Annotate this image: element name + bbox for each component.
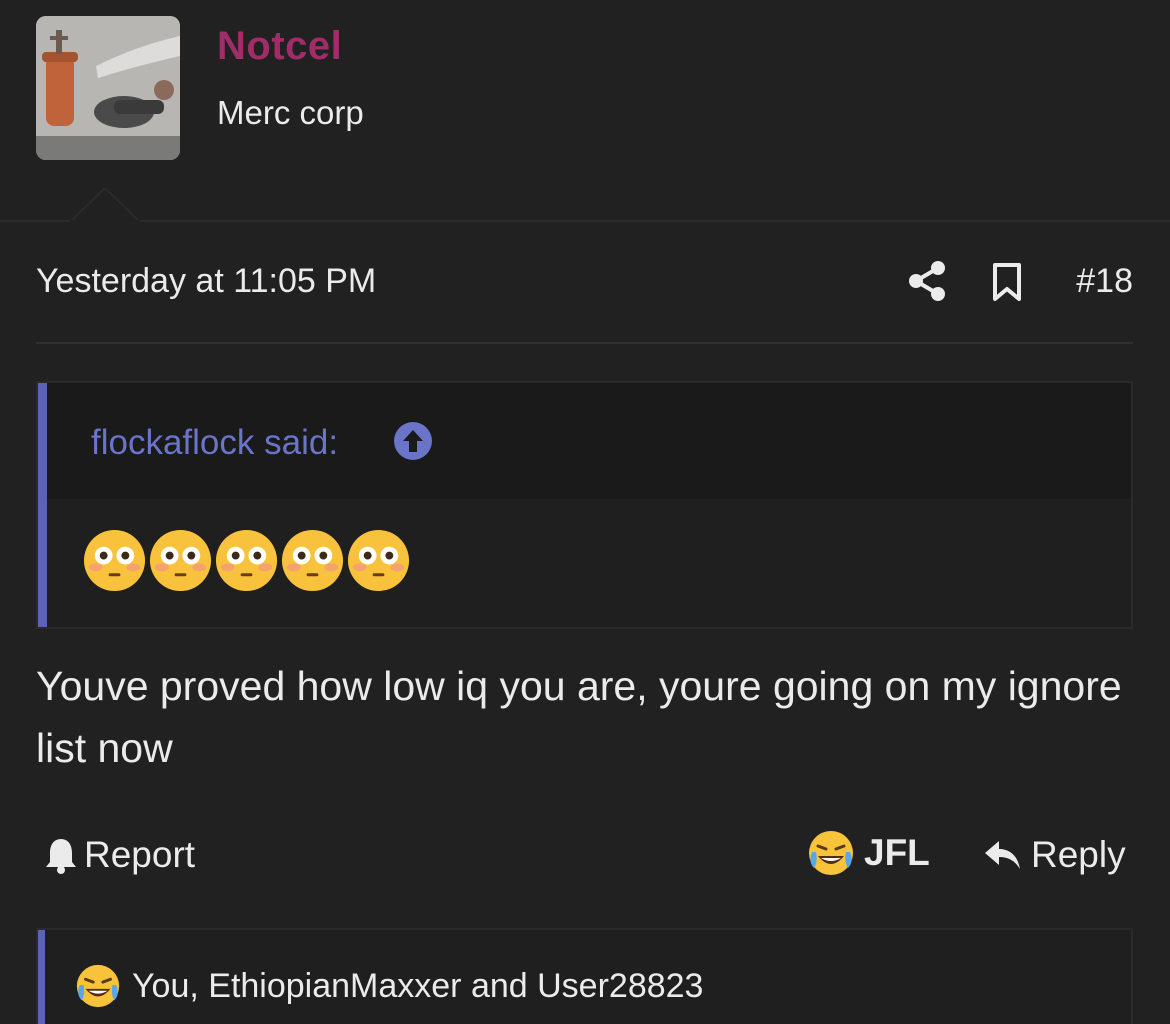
avatar-image — [36, 16, 180, 160]
jfl-label: JFL — [864, 832, 930, 873]
user-header: Notcel Merc corp — [0, 0, 1170, 222]
share-icon[interactable] — [907, 260, 947, 302]
reactions-text[interactable]: You, EthiopianMaxxer and User28823 — [132, 967, 703, 1006]
divider — [36, 342, 1133, 344]
flushed-face-icon — [215, 529, 278, 592]
quote-header: flockaflock said: — [47, 383, 1131, 499]
user-title: Merc corp — [217, 94, 364, 131]
post-timestamp[interactable]: Yesterday at 11:05 PM — [36, 262, 376, 301]
post-meta: Yesterday at 11:05 PM #18 — [36, 258, 1133, 308]
avatar[interactable] — [36, 16, 180, 160]
report-label: Report — [84, 834, 196, 875]
bookmark-icon[interactable] — [991, 262, 1023, 302]
laughing-crying-face-icon — [76, 964, 120, 1008]
bell-icon — [46, 839, 76, 874]
quote-block: flockaflock said: — [36, 381, 1133, 629]
flushed-face-icon — [347, 529, 410, 592]
flushed-face-icon — [83, 529, 146, 592]
flushed-face-icon — [149, 529, 212, 592]
reactions-bar[interactable]: You, EthiopianMaxxer and User28823 — [36, 928, 1133, 1024]
laughing-crying-face-icon — [809, 831, 853, 875]
quote-attribution[interactable]: flockaflock said: — [91, 423, 338, 463]
reactions-summary[interactable]: You, EthiopianMaxxer and User28823 — [74, 962, 703, 1010]
quote-emoji-row — [82, 528, 411, 594]
quote-accent-bar — [38, 383, 47, 627]
arrow-up-circle-icon[interactable] — [393, 421, 433, 461]
post-body: Youve proved how low iq you are, youre g… — [36, 663, 1122, 771]
reply-button[interactable]: Reply — [983, 833, 1126, 877]
reactions-accent-bar — [38, 930, 45, 1024]
flushed-face-icon — [281, 529, 344, 592]
reply-label: Reply — [1031, 834, 1126, 875]
caret-pointer — [70, 188, 140, 222]
post-page: Notcel Merc corp Yesterday at 11:05 PM #… — [0, 0, 1170, 1024]
post-number[interactable]: #18 — [1076, 262, 1133, 301]
username[interactable]: Notcel — [217, 24, 342, 69]
jfl-reaction-button[interactable]: JFL — [806, 828, 930, 878]
reply-icon — [985, 841, 1020, 869]
report-button[interactable]: Report — [44, 833, 195, 877]
